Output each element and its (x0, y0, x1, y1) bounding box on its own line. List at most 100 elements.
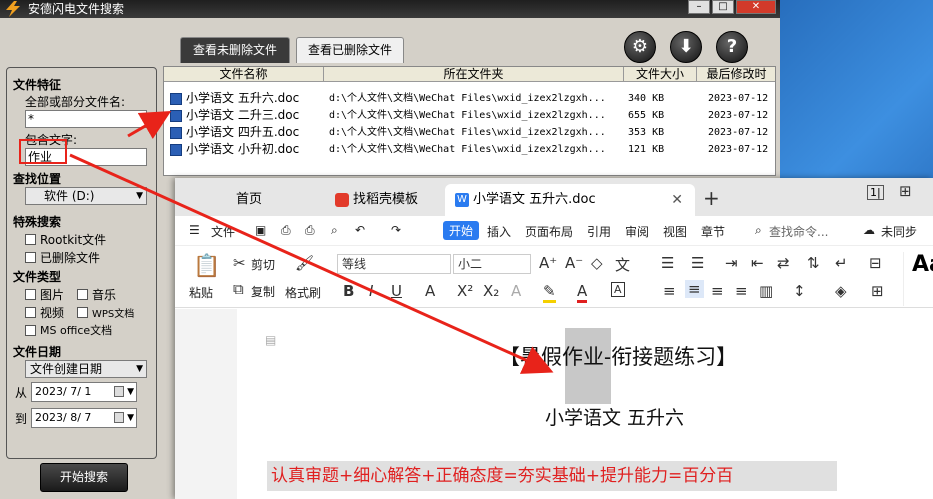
table-row[interactable]: 小学语文 二升三.doc d:\个人文件\文档\WeChat Files\wxi… (164, 107, 775, 124)
calendar-icon[interactable] (114, 386, 124, 397)
close-tab-icon[interactable]: ✕ (671, 184, 683, 216)
print-icon[interactable]: ⎙ (305, 223, 315, 238)
align-right-icon[interactable]: ≡ (711, 282, 724, 300)
preview-icon[interactable]: ⌕ (331, 223, 338, 238)
column-header-name[interactable]: 文件名称 (164, 67, 324, 82)
save-icon[interactable]: ▣ (255, 223, 266, 237)
italic-icon[interactable]: I (369, 282, 373, 300)
text-effect-icon[interactable]: A (511, 282, 521, 300)
menu-chapter[interactable]: 章节 (701, 223, 725, 240)
export-icon[interactable]: ⎙ (281, 223, 291, 238)
paragraph-mark-icon[interactable]: ↵ (835, 254, 848, 272)
copy-icon[interactable]: ⧉ (233, 280, 244, 298)
download-arrow-icon[interactable]: ⬇ (670, 31, 702, 63)
ruler-icon[interactable]: ⊟ (869, 254, 882, 272)
table-row[interactable]: 小学语文 四升五.doc d:\个人文件\文档\WeChat Files\wxi… (164, 124, 775, 141)
shrink-font-icon[interactable]: A⁻ (565, 254, 583, 272)
calendar-icon[interactable] (114, 412, 124, 423)
maximize-button[interactable]: □ (712, 0, 734, 14)
close-button[interactable]: ✕ (736, 0, 776, 14)
paste-icon[interactable]: 📋 (193, 254, 220, 279)
menu-review[interactable]: 审阅 (625, 223, 649, 240)
date-type-select[interactable]: 文件创建日期 ▼ (25, 360, 147, 378)
paste-button[interactable]: 粘贴 (189, 284, 213, 301)
format-painter-icon[interactable]: 🖌 (295, 254, 314, 272)
column-header-date[interactable]: 最后修改时 (697, 67, 775, 82)
checkbox-wps[interactable]: WPS文档 (77, 303, 134, 321)
align-left-icon[interactable]: ≡ (663, 282, 676, 300)
checkbox-msoffice[interactable]: MS office文档 (25, 321, 150, 339)
underline-icon[interactable]: U (391, 282, 402, 300)
distribute-icon[interactable]: ▥ (759, 282, 773, 300)
layout-switch-icon[interactable]: 1| (867, 185, 884, 200)
cloud-icon[interactable]: ☁ (863, 223, 875, 237)
checkbox-video[interactable]: 视频 (25, 303, 77, 321)
bold-icon[interactable]: B (343, 282, 354, 300)
cut-button[interactable]: 剪切 (251, 256, 275, 273)
start-search-button[interactable]: 开始搜索 (40, 463, 128, 492)
outdent-icon[interactable]: ⇤ (751, 254, 764, 272)
menu-layout[interactable]: 页面布局 (525, 223, 573, 240)
search-icon[interactable]: ⌕ (755, 223, 762, 238)
copy-button[interactable]: 复制 (251, 283, 275, 300)
checkbox-rootkit[interactable]: Rootkit文件 (25, 230, 150, 248)
filename-input[interactable]: * (25, 110, 147, 128)
indent-icon[interactable]: ⇥ (725, 254, 738, 272)
subscript-icon[interactable]: X₂ (483, 282, 499, 300)
scissors-icon[interactable]: ✂ (233, 254, 246, 272)
menu-start[interactable]: 开始 (443, 221, 480, 240)
help-icon[interactable]: ? (716, 31, 748, 63)
table-row[interactable]: 小学语文 五升六.doc d:\个人文件\文档\WeChat Files\wxi… (164, 90, 775, 107)
menu-references[interactable]: 引用 (587, 223, 611, 240)
sync-status[interactable]: 未同步 (881, 223, 917, 240)
redo-icon[interactable]: ↷ (391, 223, 401, 237)
apps-grid-icon[interactable]: ⊞ (899, 182, 912, 200)
numbered-list-icon[interactable]: ☰ (691, 254, 704, 272)
undo-icon[interactable]: ↶ (355, 223, 365, 237)
align-center-icon[interactable]: ≡ (685, 280, 704, 298)
document-red-line[interactable]: 认真审题+细心解答+正确态度=夯实基础+提升能力=百分百 (267, 461, 837, 491)
char-border-icon[interactable]: A (611, 282, 625, 297)
sort-icon[interactable]: ⇅ (807, 254, 820, 272)
font-size-select[interactable]: 小二 (453, 254, 531, 274)
tab-home[interactable]: 首页 (175, 184, 323, 216)
column-header-size[interactable]: 文件大小 (624, 67, 697, 82)
format-painter-button[interactable]: 格式刷 (285, 284, 321, 301)
checkbox-deleted[interactable]: 已删除文件 (25, 248, 150, 266)
highlight-icon[interactable]: ✎ (543, 282, 556, 303)
settings-gear-icon[interactable]: ⚙ (624, 31, 656, 63)
tab-deleted-files[interactable]: 查看已删除文件 (296, 37, 404, 63)
date-from-input[interactable]: 2023/ 7/ 1 ▼ (31, 382, 137, 402)
shading-icon[interactable]: ◈ (835, 282, 847, 300)
new-tab-plus-icon[interactable]: + (703, 186, 720, 210)
checkbox-images[interactable]: 图片 (25, 285, 77, 303)
document-title[interactable]: 【暑假作业-衔接题练习】 (499, 341, 737, 371)
chevron-down-icon[interactable]: ▼ (127, 409, 134, 427)
tab-template[interactable]: 找稻壳模板 (325, 184, 443, 216)
phonetic-icon[interactable]: 文 (615, 254, 630, 275)
menu-view[interactable]: 视图 (663, 223, 687, 240)
table-row[interactable]: 小学语文 小升初.doc d:\个人文件\文档\WeChat Files\wxi… (164, 141, 775, 158)
document-subtitle[interactable]: 小学语文 五升六 (545, 403, 684, 430)
bullet-list-icon[interactable]: ☰ (661, 254, 674, 272)
chevron-down-icon[interactable]: ▼ (127, 383, 134, 401)
font-family-select[interactable]: 等线 (337, 254, 451, 274)
strikethrough-icon[interactable]: A (425, 282, 435, 300)
hamburger-menu-icon[interactable]: ☰ (189, 223, 200, 237)
menu-insert[interactable]: 插入 (487, 223, 511, 240)
line-spacing-icon[interactable]: ↕ (793, 282, 806, 300)
clear-format-icon[interactable]: ◇ (591, 254, 603, 272)
style-preview[interactable]: Aa (903, 252, 933, 306)
location-select[interactable]: 软件 (D:) ▼ (25, 187, 147, 205)
column-header-folder[interactable]: 所在文件夹 (324, 67, 624, 82)
checkbox-music[interactable]: 音乐 (77, 285, 116, 303)
command-search-input[interactable]: 查找命令... (769, 223, 828, 240)
superscript-icon[interactable]: X² (457, 282, 473, 300)
date-to-input[interactable]: 2023/ 8/ 7 ▼ (31, 408, 137, 428)
minimize-button[interactable]: – (688, 0, 710, 14)
menu-file[interactable]: 文件 (211, 223, 235, 240)
tab-document[interactable]: W 小学语文 五升六.doc ✕ (445, 184, 695, 216)
borders-icon[interactable]: ⊞ (871, 282, 884, 300)
justify-icon[interactable]: ≡ (735, 282, 748, 300)
font-color-icon[interactable]: A (577, 282, 588, 303)
